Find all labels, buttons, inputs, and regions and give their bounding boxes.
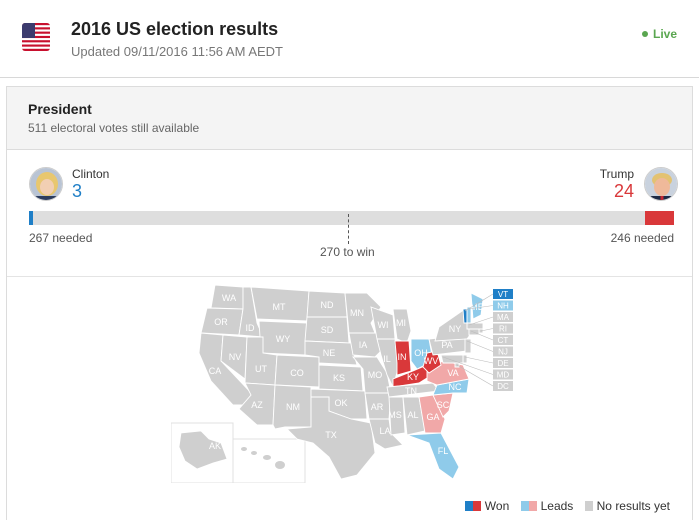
updated-timestamp: Updated 09/11/2016 11:56 AM AEDT	[71, 44, 283, 59]
state-label-MI: MI	[396, 318, 406, 328]
state-label-AK: AK	[209, 441, 221, 451]
state-label-GA: GA	[426, 412, 439, 422]
state-label-ND: ND	[321, 300, 334, 310]
state-label-AR: AR	[371, 402, 384, 412]
state-label-HI: HI	[255, 465, 264, 475]
rep-won-swatch	[472, 501, 481, 511]
state-label-KS: KS	[333, 373, 345, 383]
state-DE[interactable]	[462, 354, 468, 364]
state-label-NC: NC	[449, 382, 462, 392]
dem-vote-fill	[29, 211, 33, 225]
rep-vote-fill	[645, 211, 674, 225]
state-label-WA: WA	[222, 293, 236, 303]
state-label-ID: ID	[246, 323, 256, 333]
small-state-label-MD: MD	[497, 371, 510, 380]
dem-leads-swatch	[520, 501, 529, 511]
trump-avatar	[644, 167, 678, 201]
state-label-WV: WV	[424, 356, 439, 366]
state-label-NV: NV	[229, 352, 242, 362]
state-label-NE: NE	[323, 348, 336, 358]
small-state-label-NJ: NJ	[498, 348, 508, 357]
page-title: 2016 US election results	[71, 19, 279, 39]
state-label-OR: OR	[214, 317, 228, 327]
state-label-IN: IN	[398, 352, 407, 362]
state-label-OK: OK	[334, 398, 347, 408]
small-state-label-VT: VT	[498, 290, 508, 299]
president-card: President 511 electoral votes still avai…	[6, 86, 693, 520]
state-HI-island[interactable]	[263, 455, 271, 460]
state-FL[interactable]	[406, 432, 460, 480]
rep-leads-swatch	[528, 501, 537, 511]
small-state-label-NH: NH	[497, 302, 509, 311]
legend-no-results-label: No results yet	[596, 499, 670, 513]
state-label-WY: WY	[276, 334, 291, 344]
state-label-FL: FL	[438, 446, 449, 456]
state-label-MO: MO	[368, 370, 383, 380]
small-state-label-CT: CT	[498, 336, 509, 345]
state-label-SC: SC	[437, 400, 450, 410]
rep-votes-needed: 246 needed	[610, 231, 674, 245]
state-label-IL: IL	[383, 354, 391, 364]
to-win-label: 270 to win	[320, 245, 375, 259]
map-legend: Won Leads No results yet	[464, 499, 678, 513]
dem-candidate-name: Clinton	[72, 167, 110, 181]
state-label-AZ: AZ	[251, 400, 263, 410]
us-map-svg: AK HI WA OR CA NV ID MT WY UT AZ CO NM ND SD NE KS OK TX MN…	[170, 284, 513, 484]
state-label-NM: NM	[286, 402, 300, 412]
state-label-NY: NY	[449, 324, 462, 334]
section-title: President	[28, 101, 92, 117]
legend-leads-label: Leads	[540, 499, 574, 513]
state-VT[interactable]	[462, 308, 468, 324]
us-results-map: AK HI WA OR CA NV ID MT WY UT AZ CO NM ND SD NE KS OK TX MN…	[170, 283, 521, 484]
live-dot-icon	[641, 31, 648, 37]
state-MA[interactable]	[466, 322, 484, 330]
state-HI-island[interactable]	[241, 447, 247, 451]
state-label-MS: MS	[388, 410, 402, 420]
win-threshold-marker	[348, 214, 349, 244]
small-state-label-DC: DC	[497, 382, 509, 391]
state-label-IA: IA	[359, 340, 368, 350]
no-results-swatch	[584, 501, 593, 511]
small-state-label-RI: RI	[499, 325, 507, 334]
dem-votes-needed: 267 needed	[29, 231, 93, 245]
state-HI-island[interactable]	[275, 461, 285, 469]
header: 2016 US election results Updated 09/11/2…	[0, 0, 699, 78]
state-label-AL: AL	[407, 410, 418, 420]
state-label-MT: MT	[273, 302, 286, 312]
live-label: Live	[652, 27, 677, 41]
state-label-CA: CA	[209, 366, 222, 376]
state-label-LA: LA	[379, 426, 390, 436]
candidate-tally: Clinton 3 Trump 24 267 needed 246 needed…	[7, 150, 692, 277]
small-state-label-MA: MA	[497, 313, 510, 322]
state-label-CO: CO	[290, 368, 304, 378]
section-subtitle: 511 electoral votes still available	[28, 121, 200, 135]
card-header: President 511 electoral votes still avai…	[7, 87, 692, 150]
state-MD[interactable]	[440, 354, 464, 364]
state-label-KY: KY	[407, 372, 419, 382]
state-label-WI: WI	[378, 320, 389, 330]
state-label-VA: VA	[447, 368, 458, 378]
clinton-avatar	[29, 167, 63, 201]
state-label-UT: UT	[255, 364, 267, 374]
us-flag-icon	[22, 23, 50, 51]
state-label-SD: SD	[321, 325, 334, 335]
state-HI-island[interactable]	[251, 451, 257, 455]
small-state-label-DE: DE	[497, 359, 508, 368]
hawaii-inset-frame	[232, 438, 306, 484]
electoral-vote-bar	[29, 211, 674, 225]
state-label-TX: TX	[325, 430, 337, 440]
rep-candidate-name: Trump	[599, 167, 634, 181]
rep-electoral-votes: 24	[613, 181, 634, 201]
state-label-PA: PA	[441, 340, 452, 350]
dem-won-swatch	[464, 501, 473, 511]
state-label-MN: MN	[350, 308, 364, 318]
state-label-TN: TN	[405, 386, 417, 396]
legend-won-label: Won	[484, 499, 510, 513]
callout-line-DE	[464, 356, 494, 364]
live-indicator: Live	[641, 27, 677, 41]
dem-electoral-votes: 3	[72, 181, 83, 201]
